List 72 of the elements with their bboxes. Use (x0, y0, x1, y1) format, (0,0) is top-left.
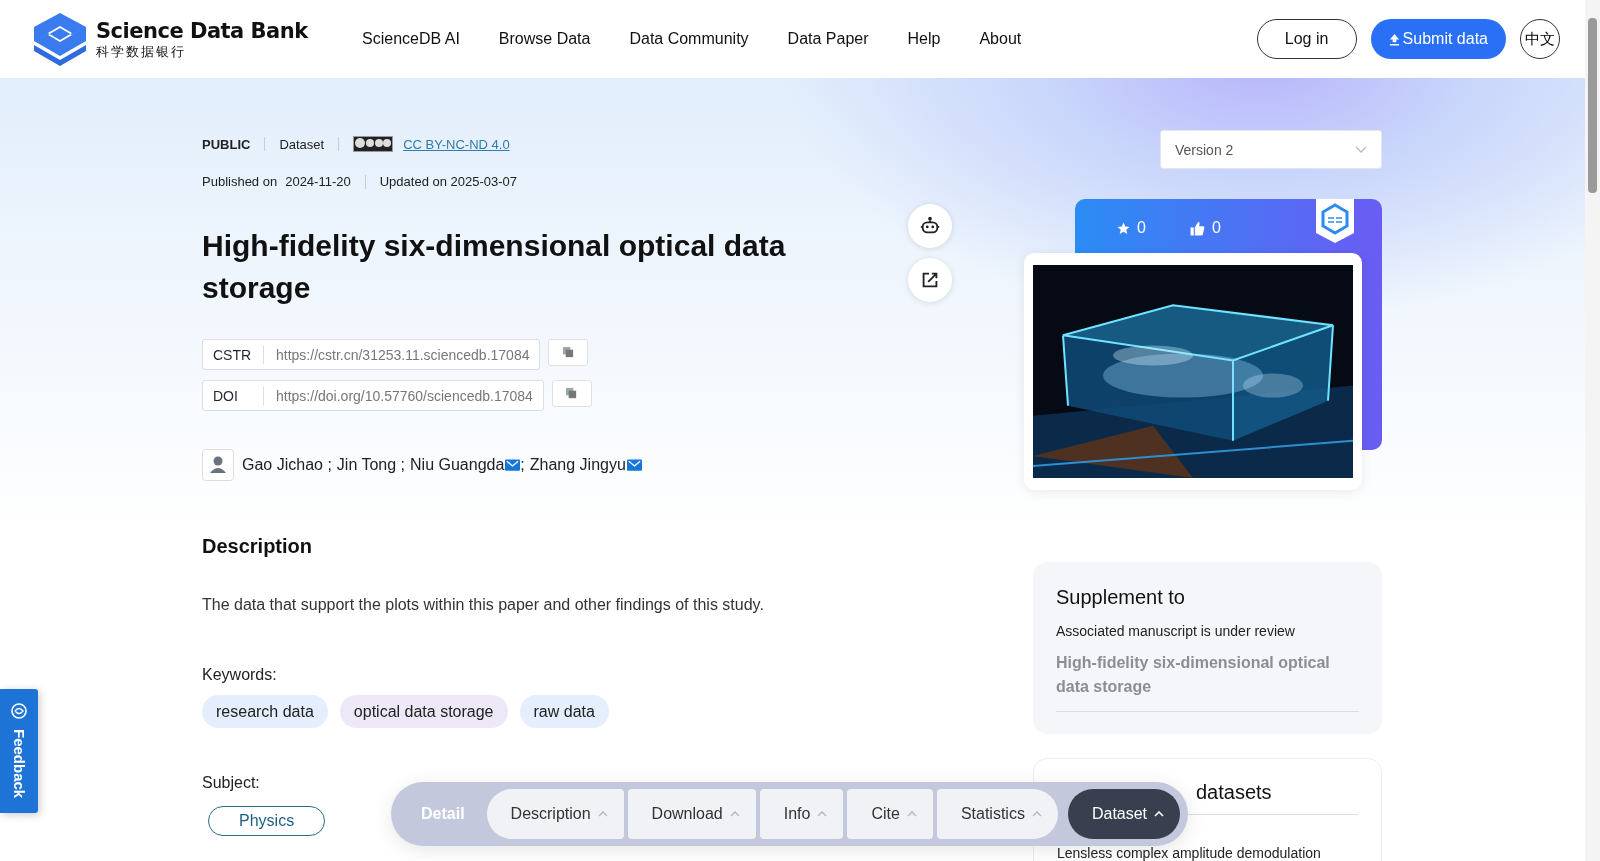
author-separator: ; (520, 456, 525, 474)
login-button[interactable]: Log in (1256, 19, 1357, 59)
chevron-up-icon (1031, 811, 1042, 817)
chevron-up-icon (597, 811, 608, 817)
updated-date: Updated on 2025-03-07 (379, 174, 518, 189)
person-icon (202, 449, 234, 481)
logo-icon (32, 11, 88, 67)
related-dataset-link[interactable]: Lensless complex amplitude demodulation (1057, 845, 1358, 861)
keyword-tag[interactable]: raw data (519, 695, 609, 728)
supplement-note: Associated manuscript is under review (1056, 623, 1296, 639)
chevron-up-icon (906, 811, 917, 817)
keyword-tag[interactable]: research data (202, 695, 328, 728)
feedback-icon (9, 701, 29, 721)
submit-data-button[interactable]: Submit data (1370, 19, 1506, 59)
dataset-title: High-fidelity six-dimensional optical data storage (202, 228, 787, 306)
chevron-up-icon (817, 811, 828, 817)
favorite-count: 0 (1137, 219, 1146, 237)
nav-link[interactable]: About (979, 30, 1022, 48)
star-icon[interactable] (1117, 221, 1130, 235)
published-label: Published on (202, 174, 278, 189)
share-button[interactable] (908, 258, 952, 302)
badge-icon (1316, 199, 1354, 243)
description-heading: Description (202, 535, 314, 558)
logo-title: Science Data Bank (96, 20, 308, 42)
chevron-down-icon (1355, 145, 1367, 154)
identifier-field: CSTR https://cstr.cn/31253.11.sciencedb.17084 (202, 339, 541, 370)
section-tab[interactable]: Info (759, 789, 844, 839)
keyword-tag[interactable]: optical data storage (339, 695, 508, 728)
thumbs-up-icon[interactable] (1189, 220, 1205, 236)
author-separator: ; (326, 456, 332, 474)
upload-icon (1388, 32, 1400, 46)
subject-label: Subject: (202, 774, 261, 792)
published-date: 2024-11-20 (285, 174, 351, 189)
license-link[interactable]: CC BY-NC-ND 4.0 (403, 136, 510, 152)
mail-icon[interactable] (626, 459, 642, 471)
chevron-up-icon (1154, 811, 1165, 817)
copy-icon (565, 387, 579, 400)
type-label: Dataset (279, 136, 325, 152)
section-nav-label: Detail (421, 805, 465, 823)
language-button[interactable]: 中文 (1520, 19, 1560, 59)
description-text: The data that support the plots within this paper and other findings of this study. (202, 596, 765, 614)
author-link[interactable]: Niu Guangda (410, 456, 505, 474)
scrollbar[interactable] (1585, 0, 1600, 861)
nav-link[interactable]: Browse Data (498, 30, 591, 48)
visibility-label: PUBLIC (202, 136, 251, 152)
logo-subtitle: 科学数据银行 (96, 44, 187, 58)
ai-assistant-button[interactable] (908, 204, 952, 248)
supplement-heading: Supplement to (1056, 586, 1186, 609)
author-link[interactable]: Jin Tong (336, 456, 397, 474)
author-link[interactable]: Zhang Jingyu (529, 456, 626, 474)
license-icon (353, 136, 394, 152)
keywords-label: Keywords: (202, 666, 278, 684)
nav-link[interactable]: ScienceDB AI (362, 30, 460, 48)
copy-button[interactable] (551, 380, 592, 407)
nav-link[interactable]: Help (907, 30, 941, 48)
mail-icon[interactable] (505, 459, 521, 471)
author-link[interactable]: Gao Jichao (242, 456, 323, 474)
version-select[interactable]: Version 2 (1160, 130, 1382, 169)
section-tab[interactable]: Statistics (936, 789, 1058, 839)
copy-icon (562, 346, 575, 359)
chevron-up-icon (729, 811, 740, 817)
author-separator: ; (399, 456, 406, 474)
feedback-tab[interactable]: Feedback (0, 689, 38, 813)
nav-link[interactable]: Data Community (629, 30, 749, 48)
section-tab[interactable]: Cite (847, 789, 933, 839)
like-count: 0 (1211, 219, 1221, 237)
identifier-field: DOI https://doi.org/10.57760/sciencedb.17084 (202, 380, 544, 411)
nav-link[interactable]: Data Paper (787, 30, 869, 48)
section-tab[interactable]: Description (486, 789, 624, 839)
section-tab[interactable]: Dataset (1067, 789, 1181, 839)
section-tab[interactable]: Download (627, 789, 756, 839)
copy-button[interactable] (548, 339, 589, 366)
